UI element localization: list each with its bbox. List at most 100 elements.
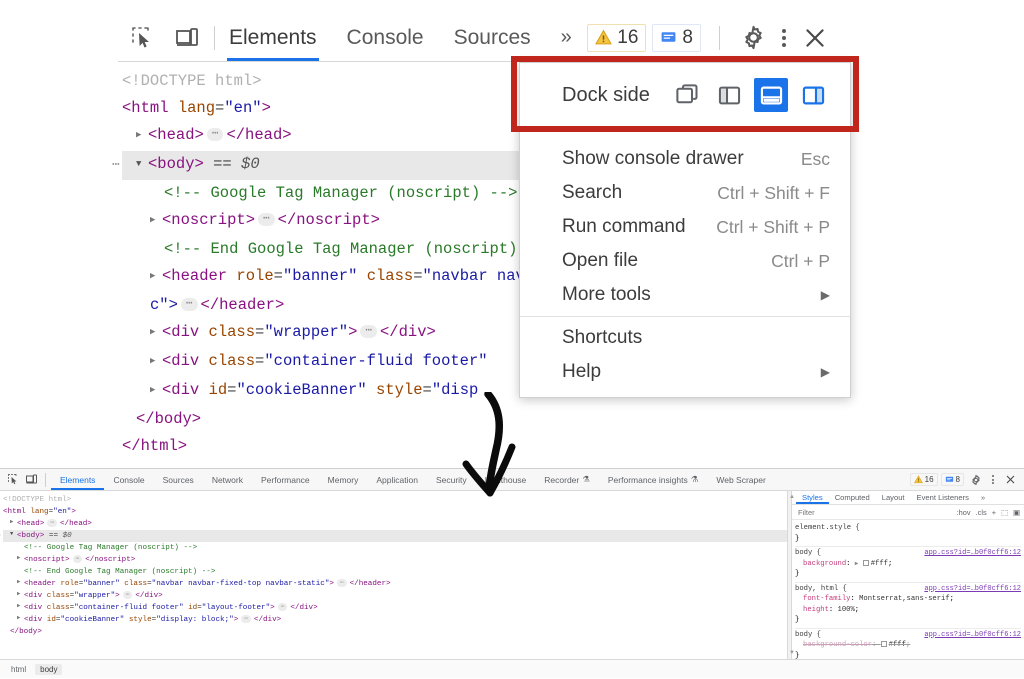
dom-node-line[interactable]: <!-- End Google Tag Manager (noscript) -… xyxy=(3,566,787,578)
css-selector[interactable]: element.style { xyxy=(795,523,860,534)
styles-tabs-overflow-chevron-icon[interactable]: » xyxy=(975,491,991,504)
expand-triangle-icon[interactable]: ▶ xyxy=(150,319,162,346)
dom-node-line[interactable]: <!-- Google Tag Manager (noscript) --> xyxy=(3,542,787,554)
dom-node-line[interactable]: </body> xyxy=(3,626,787,638)
css-selector[interactable]: body, html { xyxy=(795,584,847,595)
dom-node-line[interactable]: ▶ <noscript> ⋯ </noscript> xyxy=(3,554,787,566)
warning-count-badge[interactable]: 16 xyxy=(909,473,938,486)
collapsed-children-icon[interactable]: ⋯ xyxy=(47,519,57,527)
panel-splitter[interactable]: ▲ ▼ xyxy=(787,491,795,659)
expand-triangle-icon[interactable]: ▶ xyxy=(17,600,24,612)
expand-triangle-icon[interactable]: ▶ xyxy=(150,377,162,404)
dom-node-line[interactable]: ⋯▼<body> == $0 xyxy=(0,528,787,542)
collapsed-children-icon[interactable]: ⋯ xyxy=(277,603,288,611)
expand-triangle-icon[interactable]: ▶ xyxy=(17,588,24,600)
styles-tab-layout[interactable]: Layout xyxy=(876,491,911,504)
dom-node-line[interactable]: ▶<header role="banner" class="navbar nav… xyxy=(3,578,787,590)
dom-node-line[interactable]: ▶ <head> ⋯ </head> xyxy=(3,518,787,530)
dock-to-right-icon[interactable] xyxy=(796,78,830,112)
collapse-triangle-icon[interactable]: ▼ xyxy=(136,151,148,178)
dom-node-line[interactable]: ▶ <div class="wrapper"> ⋯ </div> xyxy=(3,590,787,602)
expand-triangle-icon[interactable]: ▶ xyxy=(17,612,24,624)
collapsed-children-icon[interactable]: ⋯ xyxy=(180,298,198,312)
css-rule[interactable]: body, html { app.css?id=…b0f0cff6:12 font-… xyxy=(795,583,1021,629)
tab-memory[interactable]: Memory xyxy=(319,469,368,490)
breadcrumb-item-html[interactable]: html xyxy=(6,664,31,675)
styles-filter-input[interactable] xyxy=(796,506,882,518)
expand-triangle-icon[interactable]: ▶ xyxy=(136,122,148,149)
device-toolbar-icon[interactable] xyxy=(172,23,202,53)
cls-toggle[interactable]: .cls xyxy=(976,508,987,517)
color-swatch[interactable] xyxy=(880,641,887,647)
tab-console[interactable]: Console xyxy=(104,469,153,490)
hov-toggle[interactable]: :hov xyxy=(957,508,971,517)
css-declaration[interactable]: background-color: #fff; xyxy=(795,640,1021,651)
gear-icon[interactable] xyxy=(967,472,985,488)
collapsed-children-icon[interactable]: ⋯ xyxy=(206,128,224,142)
expand-shorthand-icon[interactable]: ▶ xyxy=(855,560,859,567)
devtools-customize-menu[interactable]: Dock side Show console drawer Esc Search… xyxy=(519,62,851,398)
css-selector[interactable]: body { xyxy=(795,548,821,559)
css-rule[interactable]: element.style {} xyxy=(795,522,1021,547)
menu-item-help[interactable]: Help ▶ xyxy=(520,355,850,389)
more-options-kebab-icon[interactable] xyxy=(774,28,794,47)
menu-item-more-tools[interactable]: More tools ▶ xyxy=(520,278,850,312)
collapsed-children-icon[interactable]: ⋯ xyxy=(72,555,83,563)
dom-node-line[interactable]: <html lang="en"> xyxy=(3,506,787,518)
css-rule[interactable]: body {app.css?id=…b0f0cff6:12 background-… xyxy=(795,629,1021,660)
collapsed-children-icon[interactable]: ⋯ xyxy=(336,579,347,587)
tab-performance-insights[interactable]: Performance insights ⚗ xyxy=(599,469,707,490)
dock-to-left-icon[interactable] xyxy=(712,78,746,112)
computed-sidebar-icon[interactable]: ▣ xyxy=(1013,508,1020,517)
expand-triangle-icon[interactable]: ▶ xyxy=(17,576,24,588)
more-options-kebab-icon[interactable] xyxy=(988,475,998,484)
css-selector[interactable]: body { xyxy=(795,630,821,641)
close-icon[interactable] xyxy=(800,23,830,53)
css-rule[interactable]: body { app.css?id=…b0f0cff6:12 background:… xyxy=(795,547,1021,583)
tab-network[interactable]: Network xyxy=(203,469,252,490)
inspect-element-icon[interactable] xyxy=(128,23,158,53)
color-swatch[interactable] xyxy=(862,559,869,566)
tab-elements[interactable]: Elements xyxy=(51,469,104,490)
css-source-link[interactable]: app.css?id=…b0f0cff6:12 xyxy=(924,584,1021,595)
tab-sources[interactable]: Sources xyxy=(154,469,203,490)
warning-count-badge[interactable]: 16 xyxy=(587,23,647,52)
inspect-element-icon[interactable] xyxy=(4,472,22,488)
dom-node-line[interactable]: <!DOCTYPE html> xyxy=(3,494,787,506)
collapsed-children-icon[interactable]: ⋯ xyxy=(241,615,251,623)
styles-rules-list[interactable]: element.style {} body {app.css?id=…b0f0cf… xyxy=(792,520,1024,659)
message-count-badge[interactable]: 8 xyxy=(940,473,964,486)
css-declaration[interactable]: font-family: Montserrat,sans-serif; xyxy=(795,594,1021,605)
tab-performance[interactable]: Performance xyxy=(252,469,319,490)
elements-dom-tree-docked[interactable]: <!DOCTYPE html> <html lang="en"> ▶ <head> ⋯ <… xyxy=(0,491,787,659)
expand-triangle-icon[interactable]: ▶ xyxy=(150,263,162,290)
breadcrumb-item-body[interactable]: body xyxy=(35,663,63,675)
css-declaration[interactable]: background: ▶ #fff; xyxy=(795,559,1021,570)
new-style-rule-icon[interactable]: + xyxy=(992,508,996,517)
menu-item-open-file[interactable]: Open file Ctrl + P xyxy=(520,244,850,278)
styles-tab-styles[interactable]: Styles xyxy=(796,491,829,504)
splitter-up-arrow-icon[interactable]: ▲ xyxy=(789,494,795,500)
dom-node-line[interactable]: ▶ <div id="cookieBanner" style="display: … xyxy=(3,614,787,626)
device-toolbar-icon[interactable] xyxy=(22,472,40,488)
message-count-badge[interactable]: 8 xyxy=(652,23,701,52)
expand-triangle-icon[interactable]: ▶ xyxy=(150,348,162,375)
expand-triangle-icon[interactable]: ▶ xyxy=(10,516,17,528)
collapsed-children-icon[interactable]: ⋯ xyxy=(258,213,275,227)
styles-tab-event-listeners[interactable]: Event Listeners xyxy=(911,491,975,504)
collapsed-children-icon[interactable]: ⋯ xyxy=(360,325,377,339)
collapse-triangle-icon[interactable]: ▼ xyxy=(10,528,17,540)
tab-console[interactable]: Console xyxy=(345,14,426,61)
menu-item-search[interactable]: Search Ctrl + Shift + F xyxy=(520,176,850,210)
splitter-down-arrow-icon[interactable]: ▼ xyxy=(789,650,795,656)
styles-tab-computed[interactable]: Computed xyxy=(829,491,876,504)
tab-sources[interactable]: Sources xyxy=(452,14,533,61)
tab-application[interactable]: Application xyxy=(367,469,427,490)
gear-icon[interactable] xyxy=(738,23,768,53)
menu-item-shortcuts[interactable]: Shortcuts xyxy=(520,321,850,355)
tabs-overflow-chevron-icon[interactable]: » xyxy=(559,14,572,61)
undock-into-separate-window-icon[interactable] xyxy=(670,78,704,112)
css-source-link[interactable]: app.css?id=…b0f0cff6:12 xyxy=(924,548,1021,559)
tab-elements[interactable]: Elements xyxy=(227,14,319,61)
menu-item-run-command[interactable]: Run command Ctrl + Shift + P xyxy=(520,210,850,244)
